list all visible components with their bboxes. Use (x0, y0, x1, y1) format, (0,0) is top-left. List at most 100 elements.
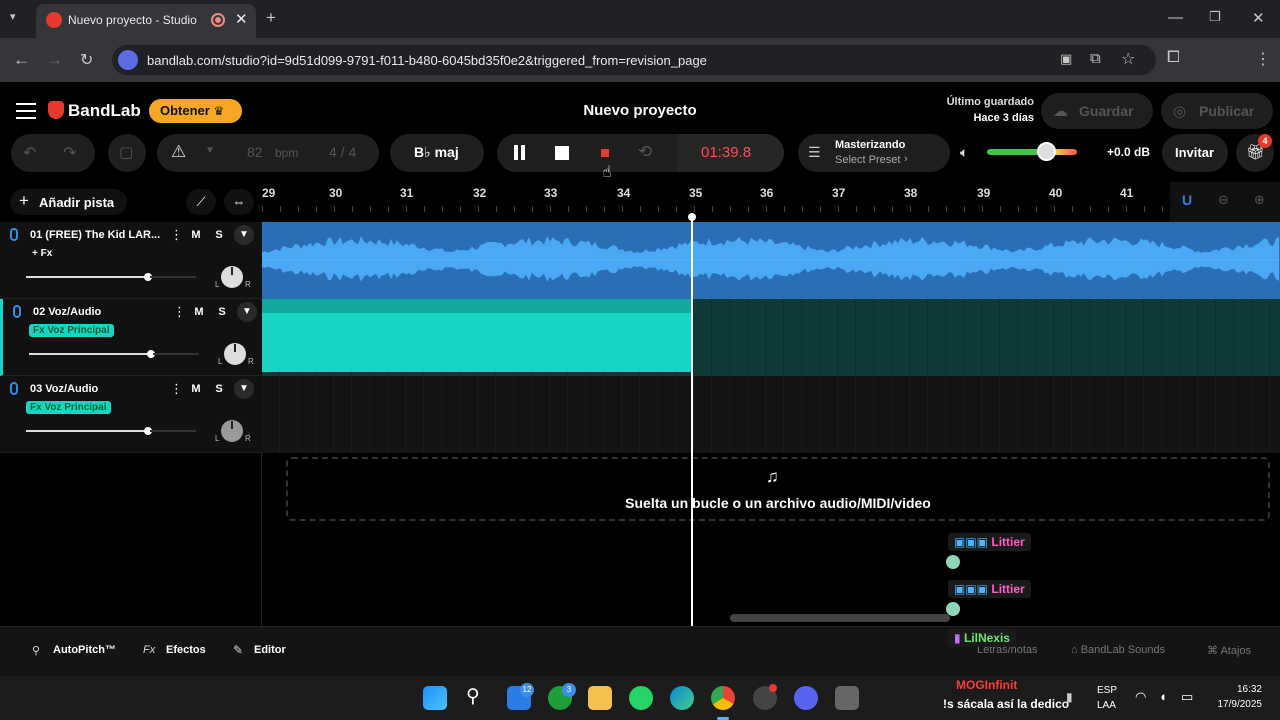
speaker-icon[interactable]: 🔈︎ (960, 144, 968, 161)
clock-time[interactable]: 16:32 (1200, 684, 1262, 695)
mastering-button[interactable]: ☰ Masterizando Select Preset › (798, 134, 950, 172)
track-volume-slider[interactable] (29, 350, 155, 358)
mic-tray-icon[interactable]: ▮ (1066, 690, 1073, 704)
battery-icon[interactable]: ▭ (1181, 689, 1193, 705)
track-volume-slider[interactable] (26, 427, 152, 435)
extensions-icon[interactable]: ⧠ (1167, 49, 1180, 67)
window-close-icon[interactable]: ✕ (1252, 9, 1265, 27)
publicar-button[interactable]: ◎ Publicar (1161, 93, 1273, 129)
track-header-2[interactable]: 02 Voz/Audio ⋮ M S ▼ Fx Voz Principal L … (0, 299, 262, 376)
obtener-button[interactable]: Obtener ♛ (149, 99, 242, 123)
pause-icon[interactable] (521, 145, 525, 160)
cast-icon[interactable]: ⧉ (1090, 50, 1101, 67)
track-expand-chevron-icon[interactable]: ▼ (237, 302, 257, 322)
solo-button[interactable]: S (209, 226, 229, 244)
stop-icon[interactable] (555, 146, 569, 160)
hamburger-menu-icon[interactable] (16, 103, 36, 119)
edge-icon[interactable] (670, 686, 694, 710)
restore-icon[interactable]: ❐ (1209, 9, 1221, 25)
pan-knob[interactable] (221, 266, 243, 288)
track-volume-slider[interactable] (26, 273, 152, 281)
track-name[interactable]: 01 (FREE) The Kid LAR... (30, 229, 160, 241)
file-explorer-icon[interactable] (588, 686, 612, 710)
add-track-button[interactable]: + Añadir pista (10, 189, 127, 215)
solo-button[interactable]: S (212, 303, 232, 321)
timeline-ruler[interactable]: 29 30 31 32 33 34 35 36 37 38 39 40 41 U… (262, 182, 1280, 222)
track-lane-3[interactable] (262, 376, 1280, 453)
metronome-icon[interactable]: ⚠ (171, 142, 186, 162)
metronome-chevron-icon[interactable]: ▼ (205, 145, 215, 156)
save-template-button[interactable]: ▢ (108, 134, 146, 172)
minimize-icon[interactable]: — (1168, 9, 1183, 26)
playhead[interactable] (691, 216, 693, 626)
record-icon[interactable] (601, 149, 609, 157)
automation-icon[interactable]: ⟋ (186, 189, 216, 215)
pan-knob[interactable] (224, 343, 246, 365)
track-options-icon[interactable]: ⋮ (170, 227, 183, 243)
shortcuts-button[interactable]: ⌘ Atajos (1207, 644, 1251, 657)
invite-button[interactable]: Invitar (1162, 134, 1228, 172)
track-lane-2[interactable] (262, 299, 1280, 376)
tab-list-chevron-icon[interactable]: ▾ (10, 10, 16, 23)
language-indicator[interactable]: ESP (1097, 685, 1117, 696)
forward-icon[interactable]: → (46, 50, 63, 70)
fit-tracks-icon[interactable]: ⇔ (224, 189, 254, 215)
mute-button[interactable]: M (189, 303, 209, 321)
omnibox[interactable]: bandlab.com/studio?id=9d51d099-9791-f011… (112, 45, 1156, 75)
track-name[interactable]: 02 Voz/Audio (33, 306, 101, 318)
windows-start-icon[interactable] (423, 686, 447, 710)
track-lane-1[interactable] (262, 222, 1280, 299)
mute-button[interactable]: M (186, 226, 206, 244)
track-header-1[interactable]: 01 (FREE) The Kid LAR... ⋮ M S ▼ + Fx L … (0, 222, 262, 299)
solo-button[interactable]: S (209, 380, 229, 398)
search-icon[interactable]: ⚲ (466, 685, 480, 708)
fx-preset-badge[interactable]: Fx Voz Principal (26, 401, 111, 414)
wifi-icon[interactable]: ◠ (1135, 689, 1146, 705)
whatsapp-icon[interactable] (629, 686, 653, 710)
time-display[interactable]: 01:39.8 (701, 144, 751, 161)
tab-close-button[interactable]: ✕ (235, 10, 248, 28)
url-text[interactable]: bandlab.com/studio?id=9d51d099-9791-f011… (147, 53, 707, 68)
track-options-icon[interactable]: ⋮ (170, 381, 183, 397)
redo-icon[interactable]: ↷ (63, 143, 76, 163)
time-signature[interactable]: 4 / 4 (329, 144, 356, 160)
playhead-handle[interactable] (688, 213, 696, 221)
key-button[interactable]: B♭ maj (390, 134, 484, 172)
effects-button[interactable]: Efectos (166, 644, 206, 656)
track-header-3[interactable]: 03 Voz/Audio ⋮ M S ▼ Fx Voz Principal L … (0, 376, 262, 453)
horizontal-scrollbar[interactable] (730, 614, 950, 622)
volume-tray-icon[interactable]: ◖ (1159, 689, 1167, 704)
zoom-in-icon[interactable]: ⊕ (1254, 192, 1265, 208)
site-info-icon[interactable] (118, 50, 138, 70)
no-image-icon[interactable]: ▣ (1060, 51, 1072, 67)
editor-button[interactable]: Editor (254, 644, 286, 656)
zoom-out-icon[interactable]: ⊖ (1218, 192, 1229, 208)
bookmark-star-icon[interactable]: ☆ (1121, 49, 1135, 69)
back-icon[interactable]: ← (13, 50, 30, 70)
browser-menu-icon[interactable]: ⋮ (1255, 49, 1271, 69)
track-expand-chevron-icon[interactable]: ▼ (234, 379, 254, 399)
bandlab-logo-text[interactable]: BandLab (68, 101, 141, 121)
sounds-button[interactable]: ⌂ BandLab Sounds (1071, 644, 1165, 656)
mute-button[interactable]: M (186, 380, 206, 398)
fx-preset-badge[interactable]: Fx Voz Principal (29, 324, 114, 337)
recording-clip[interactable] (262, 299, 692, 372)
undo-icon[interactable]: ↶ (23, 143, 36, 163)
track-expand-chevron-icon[interactable]: ▼ (234, 225, 254, 245)
loop-icon[interactable]: ⟲ (638, 142, 652, 162)
snap-magnet-icon[interactable]: U (1182, 192, 1192, 208)
reload-icon[interactable]: ↻ (80, 50, 93, 70)
drop-zone[interactable]: ♫ Suelta un bucle o un archivo audio/MID… (286, 457, 1270, 521)
bpm-value[interactable]: 82 (247, 144, 263, 160)
fx-add-button[interactable]: + Fx (28, 247, 56, 260)
browser-tab[interactable]: Nuevo proyecto - Studio ✕ (36, 4, 256, 38)
master-volume-handle[interactable] (1037, 142, 1056, 161)
track-name[interactable]: 03 Voz/Audio (30, 383, 98, 395)
autopitch-button[interactable]: AutoPitch™ (53, 644, 116, 656)
pan-knob[interactable] (221, 420, 243, 442)
project-title[interactable]: Nuevo proyecto (540, 102, 740, 119)
game-app-icon[interactable] (835, 686, 859, 710)
chrome-icon[interactable] (711, 686, 735, 710)
guardar-button[interactable]: ☁ Guardar (1041, 93, 1153, 129)
new-tab-button[interactable]: + (266, 8, 276, 28)
